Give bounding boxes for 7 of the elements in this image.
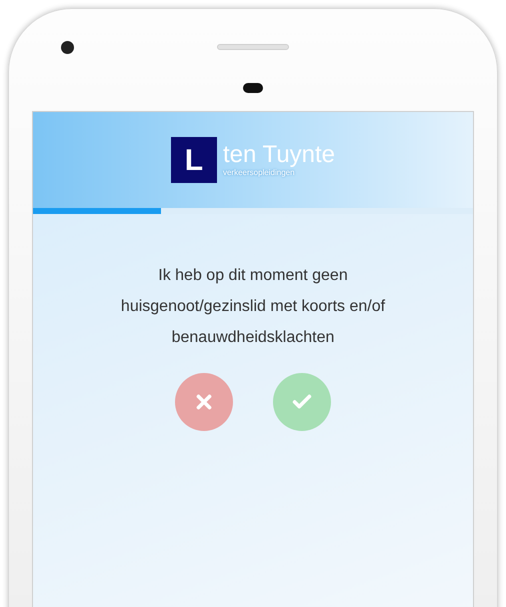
question-text: Ik heb op dit moment geen huisgenoot/gezinslid met koorts en/of benauwdheidsklachten [120, 266, 386, 348]
camera-icon [61, 41, 74, 54]
earpiece-icon [243, 83, 263, 93]
logo-tagline: verkeersopleidingen [222, 168, 296, 178]
logo-mark: L [170, 137, 217, 183]
logo-name: ten Tuynte [222, 142, 336, 168]
speaker-slot [217, 44, 289, 50]
